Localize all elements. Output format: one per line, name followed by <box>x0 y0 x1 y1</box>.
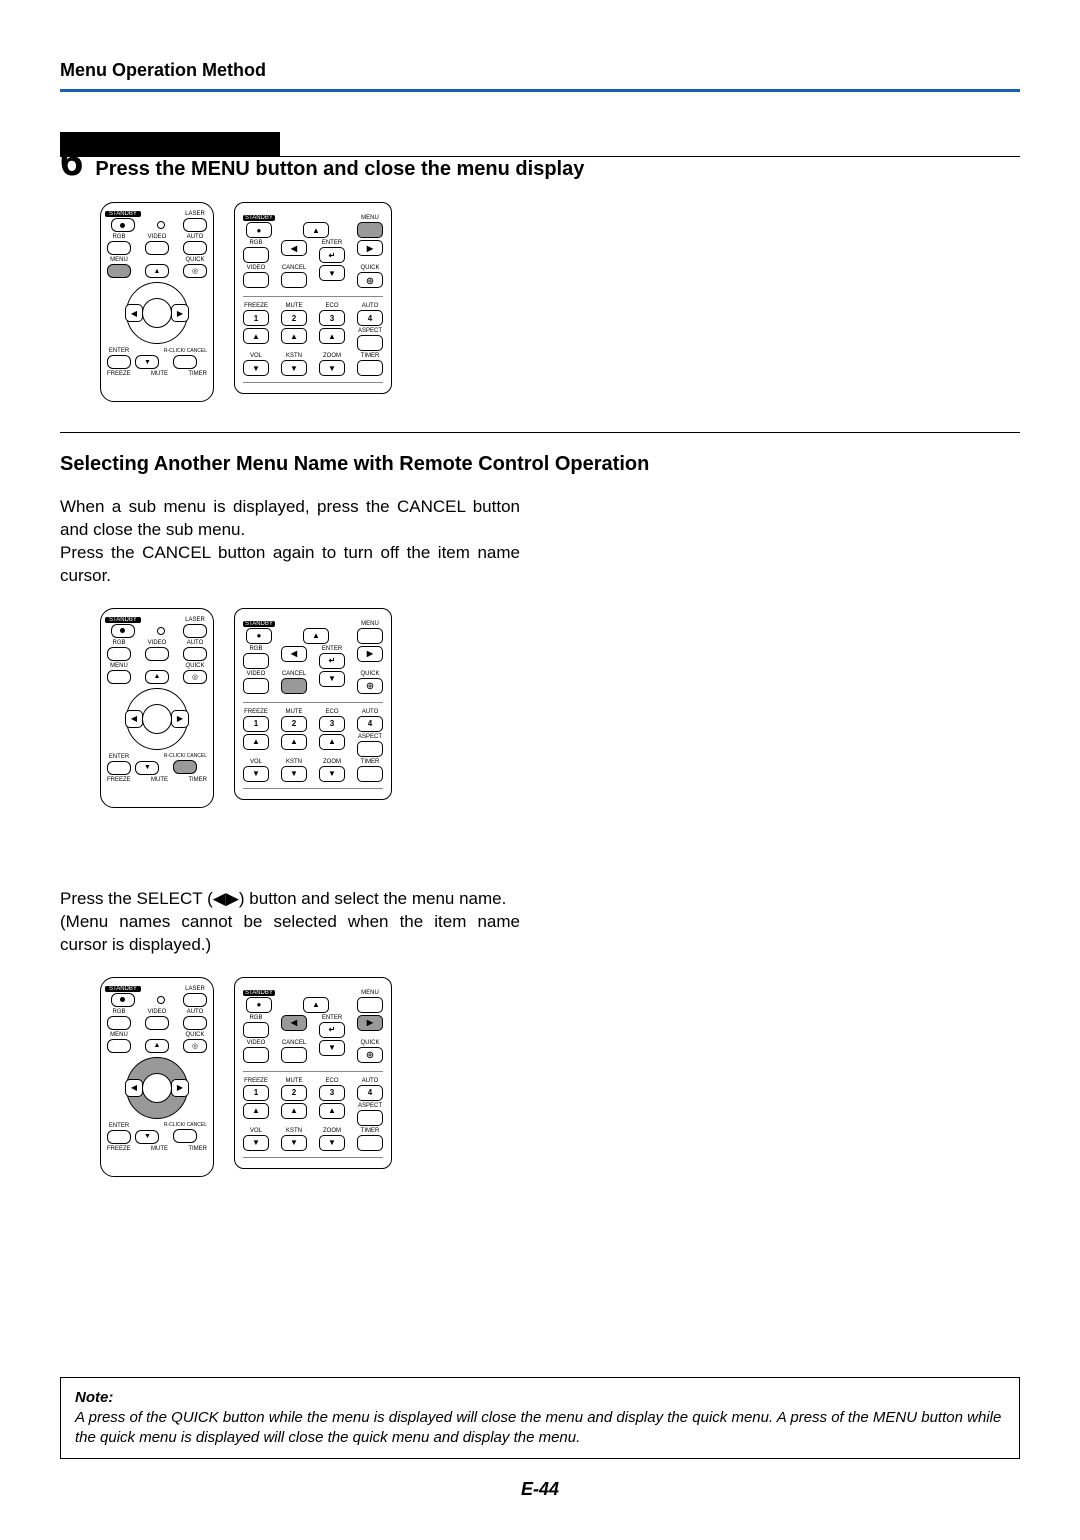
remote-illustration-row-3: STANDBY LASER RGB VIDEO AUTO MENU ▲ QUIC… <box>100 977 1020 1177</box>
select-left-highlighted: ◀ <box>125 1079 143 1097</box>
label-standby: STANDBY <box>105 211 141 217</box>
step-row: 6 Press the MENU button and close the me… <box>60 140 1020 182</box>
step-text: Press the MENU button and close the menu… <box>95 158 584 181</box>
remote-type-b-2: STANDBY● ▲ MENU RGB ◀ ENTER↵ ▶ VIDEO CAN… <box>234 608 392 800</box>
nav-center <box>142 298 172 328</box>
labelb-mute: MUTE <box>286 303 303 309</box>
subsection-heading: Selecting Another Menu Name with Remote … <box>60 453 1020 476</box>
label-freeze: FREEZE <box>107 371 131 377</box>
b-left-button: ◀ <box>281 240 307 256</box>
b-enter-button: ↵ <box>319 247 345 263</box>
nav-left-icon: ◀ <box>125 304 143 322</box>
label-video: VIDEO <box>145 234 169 240</box>
b-up3: ▲ <box>319 328 345 344</box>
b-left-highlighted: ◀ <box>281 1015 307 1031</box>
auto-button <box>183 241 207 255</box>
b-3-button: 3 <box>319 310 345 326</box>
label-enter: ENTER <box>107 348 131 354</box>
b-4-button: 4 <box>357 310 383 326</box>
label-rgb: RGB <box>107 234 131 240</box>
note-box: Note: A press of the QUICK button while … <box>60 1377 1020 1460</box>
label-quick: QUICK <box>183 257 207 263</box>
b-up2: ▲ <box>281 328 307 344</box>
select-arrows-icon: ◀▶ <box>213 889 239 908</box>
b-standby-button: ● <box>246 222 272 238</box>
select-right-highlighted: ▶ <box>171 1079 189 1097</box>
b-timer-button <box>357 360 383 376</box>
step-number: 6 <box>60 140 83 182</box>
labelb-standby: STANDBY <box>243 215 275 221</box>
remote-type-a: STANDBY LASER RGB VIDEO AUTO MENU ▲ QUIC… <box>100 202 214 402</box>
label-menu: MENU <box>107 257 131 263</box>
note-text: A press of the QUICK button while the me… <box>75 1409 1001 1446</box>
labelb-timer: TIMER <box>361 353 380 359</box>
section-rule <box>60 432 1020 433</box>
labelb-freeze: FREEZE <box>244 303 268 309</box>
b-2-button: 2 <box>281 310 307 326</box>
quick-button: ◎ <box>183 264 207 278</box>
b-right-highlighted: ▶ <box>357 1015 383 1031</box>
b-dn2: ▼ <box>281 360 307 376</box>
labelb-rgb: RGB <box>249 240 262 246</box>
b-aspect-button <box>357 335 383 351</box>
labelb-kstn: KSTN <box>286 353 302 359</box>
nav-cluster: ◀ ▶ <box>126 282 188 344</box>
b-menu-button <box>357 222 383 238</box>
label-auto: AUTO <box>183 234 207 240</box>
b-right-button: ▶ <box>357 240 383 256</box>
up-button: ▲ <box>145 264 169 278</box>
labelb-vol: VOL <box>250 353 262 359</box>
labelb-video: VIDEO <box>247 265 266 271</box>
b-cancel-button <box>281 272 307 288</box>
b-dn3: ▼ <box>319 360 345 376</box>
b-1-button: 1 <box>243 310 269 326</box>
page-header: Menu Operation Method <box>60 60 1020 92</box>
labelb-auto: AUTO <box>362 303 379 309</box>
b-up1: ▲ <box>243 328 269 344</box>
body-para-1: When a sub menu is displayed, press the … <box>60 496 520 588</box>
down-button: ▼ <box>135 355 159 369</box>
enter-button <box>107 355 131 369</box>
label-timer: TIMER <box>188 371 207 377</box>
menu-button <box>107 264 131 278</box>
b-cancel-highlighted <box>281 678 307 694</box>
dot-icon <box>120 223 125 228</box>
remote-illustration-row-1: STANDBY LASER RGB VIDEO AUTO MENU ▲ QUIC… <box>100 202 1020 402</box>
b-video-button <box>243 272 269 288</box>
laser-button <box>183 218 207 232</box>
nav-right-icon: ▶ <box>171 304 189 322</box>
remote-type-a-3: STANDBY LASER RGB VIDEO AUTO MENU ▲ QUIC… <box>100 977 214 1177</box>
body-para-2: Press the SELECT (◀▶) button and select … <box>60 888 520 957</box>
note-label: Note: <box>75 1389 113 1406</box>
labelb-eco: ECO <box>325 303 338 309</box>
cancel-button-highlighted <box>173 760 197 774</box>
rgb-button <box>107 241 131 255</box>
label-rclick: R-CLICK/ CANCEL <box>164 349 207 354</box>
cancel-button <box>173 355 197 369</box>
page-number: E-44 <box>60 1479 1020 1500</box>
b-dn1: ▼ <box>243 360 269 376</box>
labelb-enter: ENTER <box>322 240 342 246</box>
labelb-zoom: ZOOM <box>323 353 341 359</box>
label-mute: MUTE <box>151 371 168 377</box>
label-laser: LASER <box>183 211 207 217</box>
remote-illustration-row-2: STANDBY LASER RGB VIDEO AUTO MENU ▲ QUIC… <box>100 608 1020 808</box>
lower-strip: FREEZE1 MUTE2 ECO3 AUTO4 ▲ ▲ ▲ ASPECT VO… <box>243 296 383 383</box>
remote-type-a-2: STANDBY LASER RGB VIDEO AUTO MENU ▲ QUIC… <box>100 608 214 808</box>
remote-type-b: STANDBY● ▲ MENU RGB ◀ ENTER↵ ▶ VIDEO CAN… <box>234 202 392 394</box>
video-button <box>145 241 169 255</box>
b-up-button: ▲ <box>303 222 329 238</box>
b-down-button: ▼ <box>319 265 345 281</box>
b-quick-button: ◎ <box>357 272 383 288</box>
remote-type-b-3: STANDBY● ▲ MENU RGB ◀ ENTER↵ ▶ VIDEO CAN… <box>234 977 392 1169</box>
standby-button <box>111 218 135 232</box>
labelb-menu: MENU <box>361 215 379 221</box>
labelb-aspect: ASPECT <box>358 328 382 334</box>
labelb-cancel: CANCEL <box>282 265 306 271</box>
b-rgb-button <box>243 247 269 263</box>
led-icon <box>157 221 165 229</box>
labelb-quick: QUICK <box>360 265 379 271</box>
